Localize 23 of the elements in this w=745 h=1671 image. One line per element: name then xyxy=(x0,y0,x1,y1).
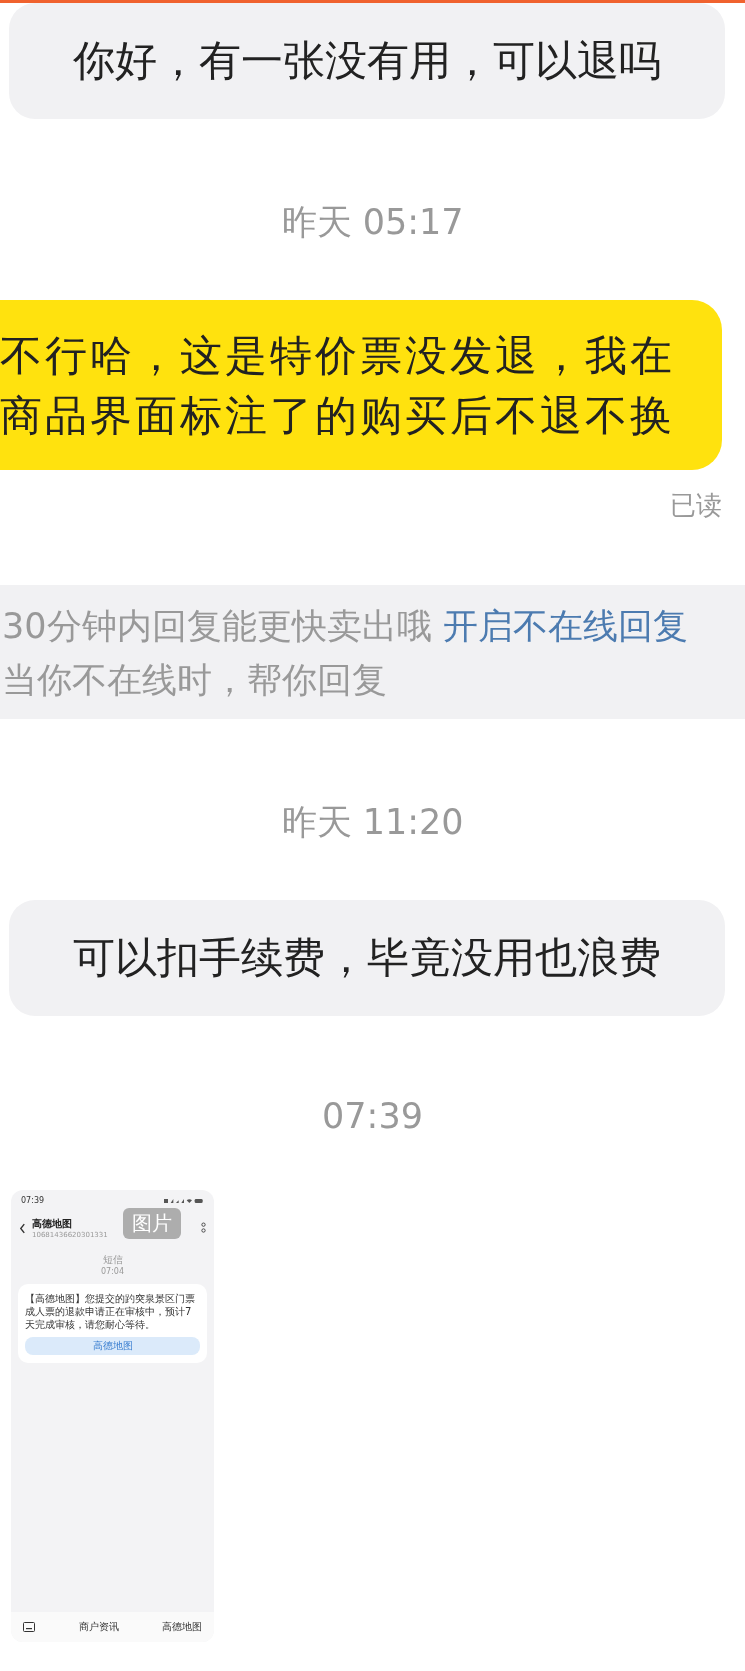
sms-time: 07:04 xyxy=(99,1267,126,1276)
app-button[interactable]: 高德地图 xyxy=(25,1337,200,1355)
message-bubble: 你好，有一张没有用，可以退吗 xyxy=(9,3,725,119)
sms-label: 短信 xyxy=(101,1253,124,1267)
menu-tab[interactable]: 高德地图 xyxy=(162,1620,202,1634)
image-badge: 图片 xyxy=(123,1208,181,1239)
notice-subtext: 当你不在线时，帮你回复 xyxy=(2,659,388,702)
notice-text: 30分钟内回复能更快卖出哦 xyxy=(2,606,432,646)
timestamp: 07:39 xyxy=(321,1096,424,1136)
timestamp: 昨天 05:17 xyxy=(280,201,465,244)
sender-name: 高德地图 xyxy=(32,1217,72,1231)
timestamp: 昨天 11:20 xyxy=(280,801,465,844)
read-status: 已读 xyxy=(670,489,722,522)
enable-offline-reply-link[interactable]: 开启不在线回复 xyxy=(442,606,688,646)
sms-text: 【高德地图】您提交的趵突泉景区门票成人票的退款申请正在审核中，预计7天完成审核，请您耐心等待。 xyxy=(25,1292,196,1331)
keyboard-icon[interactable] xyxy=(23,1622,35,1632)
status-time: 07:39 xyxy=(21,1196,45,1205)
message-bubble: 可以扣手续费，毕竟没用也浪费 xyxy=(9,900,725,1016)
status-icons xyxy=(164,1197,204,1204)
message-bubble: 不行哈，这是特价票没发退，我在 商品界面标注了的购买后不退不换 xyxy=(0,300,722,470)
more-icon[interactable] xyxy=(201,1222,206,1234)
back-icon[interactable] xyxy=(19,1222,26,1234)
menu-tab[interactable]: 商户资讯 xyxy=(78,1620,119,1634)
